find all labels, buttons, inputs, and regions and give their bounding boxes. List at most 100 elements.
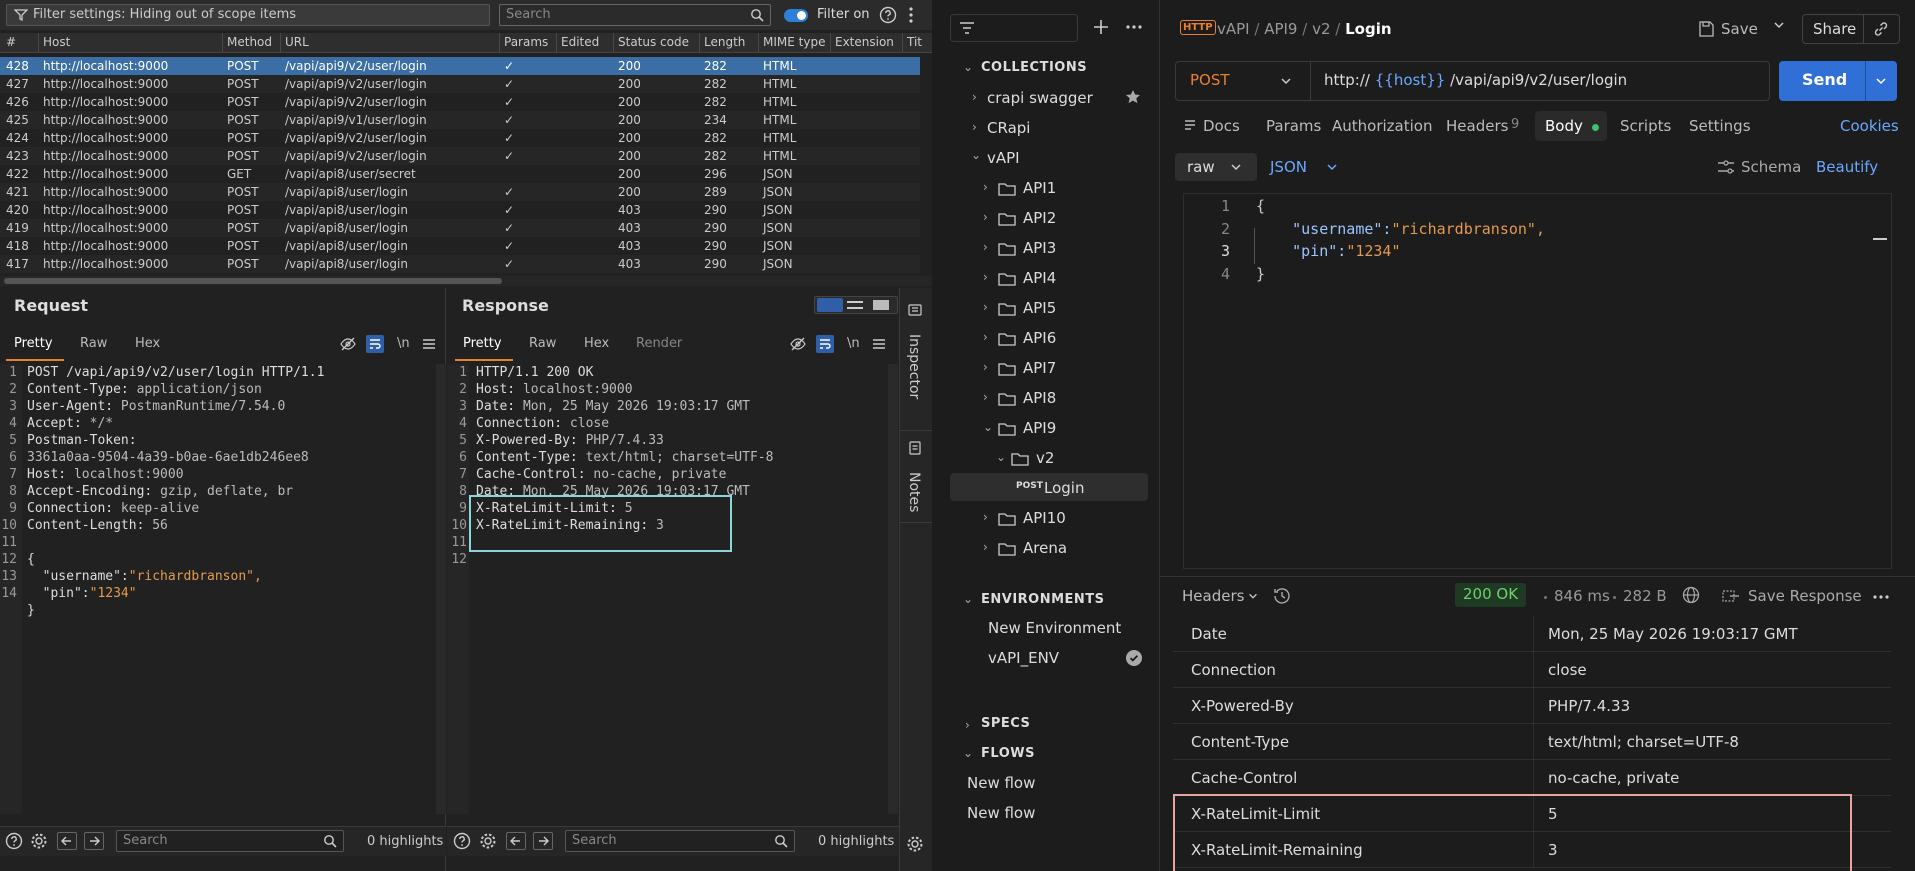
- previous-arrow-icon[interactable]: [506, 832, 526, 850]
- gear-icon[interactable]: [30, 832, 48, 850]
- chevron-down-icon[interactable]: ⌄: [971, 148, 981, 162]
- env-vapi-env[interactable]: vAPI_ENV: [988, 649, 1059, 667]
- url-input[interactable]: http:// {{host}} /vapi/api9/v2/user/logi…: [1324, 71, 1627, 89]
- chevron-right-icon[interactable]: ›: [983, 300, 988, 314]
- more-horizontal-icon[interactable]: [1125, 20, 1143, 34]
- share-button[interactable]: Share: [1813, 20, 1856, 38]
- send-button[interactable]: Send: [1802, 70, 1847, 89]
- scrollbar-thumb[interactable]: [4, 278, 502, 284]
- chevron-right-icon[interactable]: ›: [983, 390, 988, 404]
- table-row[interactable]: 423 http://localhost:9000 POST/vapi/api9/v…: [0, 147, 920, 165]
- tab-settings[interactable]: Settings: [1689, 117, 1751, 135]
- col-extension[interactable]: Extension: [835, 35, 894, 49]
- tab-body[interactable]: Body: [1545, 117, 1583, 135]
- inspector-icon[interactable]: [907, 302, 923, 318]
- wrap-lines-icon[interactable]: [366, 335, 384, 353]
- add-icon[interactable]: [1092, 18, 1110, 36]
- folder-api9[interactable]: API9: [1023, 419, 1056, 437]
- split-horizontal-icon[interactable]: [817, 298, 843, 312]
- status-badge[interactable]: 200 OK: [1455, 583, 1527, 607]
- col-url[interactable]: URL: [285, 35, 309, 49]
- star-icon[interactable]: [1125, 89, 1141, 105]
- link-icon[interactable]: [1873, 21, 1889, 37]
- request-tab-pretty[interactable]: Pretty: [14, 336, 53, 351]
- folder-api10[interactable]: API10: [1023, 509, 1066, 527]
- collection-vapi[interactable]: vAPI: [987, 149, 1020, 167]
- chevron-right-icon[interactable]: ›: [983, 180, 988, 194]
- folder-api4[interactable]: API4: [1023, 269, 1056, 287]
- single-pane-icon[interactable]: [873, 300, 889, 310]
- next-arrow-icon[interactable]: [84, 832, 104, 850]
- menu-icon[interactable]: [422, 338, 436, 350]
- col-number[interactable]: #: [6, 35, 16, 49]
- response-tab-raw[interactable]: Raw: [529, 336, 556, 351]
- folder-api2[interactable]: API2: [1023, 209, 1056, 227]
- col-method[interactable]: Method: [227, 35, 272, 49]
- response-tab-render[interactable]: Render: [636, 336, 682, 351]
- chevron-right-icon[interactable]: ›: [965, 718, 970, 732]
- chevron-right-icon[interactable]: ›: [983, 210, 988, 224]
- table-row[interactable]: 420 http://localhost:9000 POST/vapi/api8/u…: [0, 201, 920, 219]
- col-length[interactable]: Length: [704, 35, 745, 49]
- beautify-button[interactable]: Beautify: [1816, 158, 1878, 176]
- next-arrow-icon[interactable]: [533, 832, 553, 850]
- help-icon[interactable]: [5, 832, 23, 850]
- environments-header[interactable]: ENVIRONMENTS: [981, 592, 1105, 607]
- table-row[interactable]: 424 http://localhost:9000 POST/vapi/api9/v…: [0, 129, 920, 147]
- request-tab-hex[interactable]: Hex: [135, 336, 160, 351]
- url-host-variable[interactable]: {{host}}: [1375, 71, 1446, 89]
- hide-icon[interactable]: [340, 336, 356, 352]
- gear-icon[interactable]: [906, 835, 924, 853]
- request-newline-toggle[interactable]: \n: [397, 336, 410, 351]
- request-editor[interactable]: POST /vapi/api9/v2/user/login HTTP/1.1 Co…: [27, 364, 324, 619]
- globe-icon[interactable]: [1682, 586, 1700, 604]
- tab-scripts[interactable]: Scripts: [1620, 117, 1671, 135]
- folder-api6[interactable]: API6: [1023, 329, 1056, 347]
- flows-header[interactable]: FLOWS: [981, 746, 1035, 761]
- chevron-down-icon[interactable]: ⌄: [963, 746, 973, 760]
- previous-arrow-icon[interactable]: [57, 832, 77, 850]
- collections-header[interactable]: COLLECTIONS: [981, 60, 1087, 75]
- breadcrumb-vapi[interactable]: vAPI: [1217, 20, 1250, 38]
- col-host[interactable]: Host: [43, 35, 70, 49]
- chevron-right-icon[interactable]: ›: [972, 120, 977, 134]
- folder-api5[interactable]: API5: [1023, 299, 1056, 317]
- response-view-select[interactable]: Headers: [1182, 587, 1262, 607]
- request-vertical-scrollbar[interactable]: [436, 364, 446, 814]
- col-title[interactable]: Tit: [907, 35, 922, 49]
- table-row[interactable]: 421 http://localhost:9000 POST/vapi/api8/u…: [0, 183, 920, 201]
- inspector-label[interactable]: Inspector: [906, 334, 922, 399]
- response-search-input[interactable]: Search: [565, 830, 795, 852]
- save-response-button[interactable]: Save Response: [1748, 587, 1862, 605]
- col-edited[interactable]: Edited: [561, 35, 599, 49]
- history-search-input[interactable]: Search: [499, 4, 771, 26]
- layout-toggle[interactable]: [814, 296, 898, 314]
- chevron-down-icon[interactable]: ⌄: [996, 450, 1006, 464]
- request-search-input[interactable]: Search: [116, 830, 344, 852]
- table-row[interactable]: 427 http://localhost:9000 POST/vapi/api9/v…: [0, 75, 920, 93]
- notes-label[interactable]: Notes: [906, 472, 922, 512]
- chevron-right-icon[interactable]: ›: [983, 510, 988, 524]
- folder-api7[interactable]: API7: [1023, 359, 1056, 377]
- chevron-down-icon[interactable]: ⌄: [963, 592, 973, 606]
- tab-authorization[interactable]: Authorization: [1332, 117, 1432, 135]
- table-row[interactable]: 425 http://localhost:9000 POST/vapi/api9/v…: [0, 111, 920, 129]
- chevron-down-icon[interactable]: ⌄: [963, 60, 973, 74]
- flow-item-2[interactable]: New flow: [967, 804, 1035, 822]
- body-mode-select[interactable]: raw: [1175, 153, 1257, 181]
- response-tab-pretty[interactable]: Pretty: [463, 336, 502, 351]
- folder-api1[interactable]: API1: [1023, 179, 1056, 197]
- chevron-right-icon[interactable]: ›: [972, 90, 977, 104]
- more-options-icon[interactable]: [906, 6, 916, 24]
- col-status-code[interactable]: Status code: [618, 35, 689, 49]
- schema-button[interactable]: Schema: [1741, 158, 1801, 176]
- table-row[interactable]: 418 http://localhost:9000 POST/vapi/api8/u…: [0, 237, 920, 255]
- gear-icon[interactable]: [479, 832, 497, 850]
- cookies-link[interactable]: Cookies: [1840, 117, 1899, 135]
- tab-docs[interactable]: Docs: [1203, 117, 1240, 135]
- folder-api8[interactable]: API8: [1023, 389, 1056, 407]
- response-size[interactable]: 282 B: [1623, 587, 1667, 605]
- body-lang-select[interactable]: JSON: [1270, 153, 1350, 181]
- tab-headers[interactable]: Headers: [1446, 117, 1508, 135]
- request-tab-raw[interactable]: Raw: [80, 336, 107, 351]
